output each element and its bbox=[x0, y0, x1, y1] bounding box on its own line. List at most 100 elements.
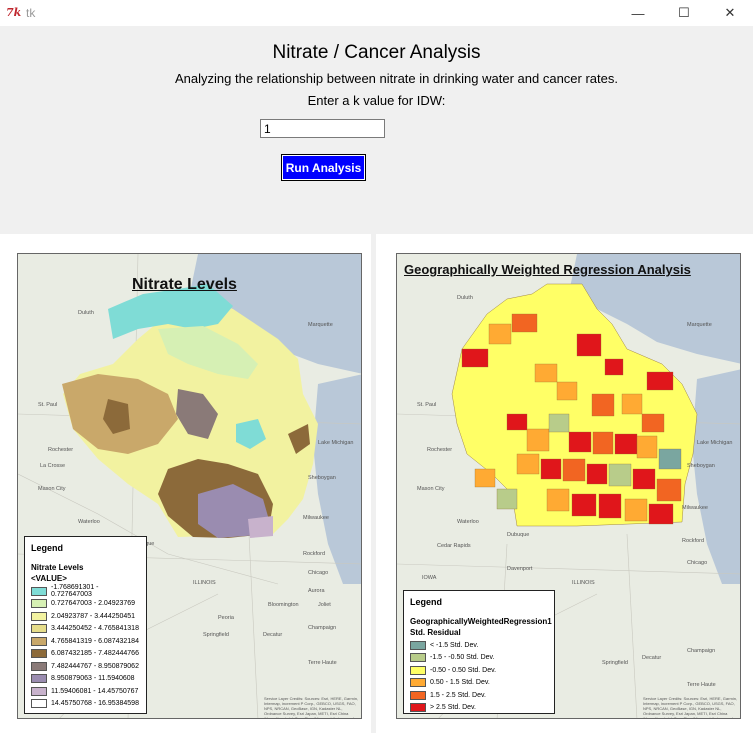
legend-item: 8.950879063 - 11.5940608 bbox=[31, 673, 140, 686]
label-st-paul: St. Paul bbox=[417, 402, 436, 408]
label-milwaukee: Milwaukee bbox=[303, 515, 329, 521]
label-terre-haute: Terre Haute bbox=[308, 660, 337, 666]
page-subtitle: Analyzing the relationship between nitra… bbox=[175, 71, 618, 86]
legend-swatch bbox=[31, 636, 47, 646]
nitrate-legend: Legend Nitrate Levels <VALUE> -1.7686913… bbox=[24, 536, 147, 714]
legend-item: 6.087432185 - 7.482444766 bbox=[31, 648, 140, 661]
label-duluth: Duluth bbox=[457, 295, 473, 301]
label-champaign: Champaign bbox=[687, 648, 715, 654]
label-duluth: Duluth bbox=[78, 310, 94, 316]
label-decatur: Decatur bbox=[263, 632, 282, 638]
legend-item: 0.50 - 1.5 Std. Dev. bbox=[410, 677, 548, 690]
legend-swatch bbox=[410, 653, 426, 663]
label-chicago: Chicago bbox=[308, 570, 328, 576]
legend-swatch bbox=[410, 678, 426, 688]
legend-swatch bbox=[31, 599, 47, 609]
legend-layer-name: Nitrate Levels bbox=[31, 563, 84, 572]
gwr-legend: Legend GeographicallyWeightedRegression1… bbox=[403, 590, 555, 714]
label-sheboygan: Sheboygan bbox=[308, 475, 336, 481]
legend-swatch bbox=[31, 649, 47, 659]
legend-swatch bbox=[31, 686, 47, 696]
label-terre-haute: Terre Haute bbox=[687, 682, 716, 688]
run-analysis-button[interactable]: Run Analysis bbox=[281, 154, 366, 181]
nitrate-zone-peak bbox=[248, 516, 273, 538]
label-rockford: Rockford bbox=[303, 551, 325, 557]
gwr-map-attribution: Service Layer Credits: Sources: Esri, HE… bbox=[643, 696, 738, 719]
label-joliet: Joliet bbox=[318, 602, 331, 608]
label-sheboygan: Sheboygan bbox=[687, 463, 715, 469]
legend-swatch bbox=[410, 640, 426, 650]
legend-items: < -1.5 Std. Dev. -1.5 - -0.50 Std. Dev. … bbox=[410, 639, 548, 714]
label-davenport: Davenport bbox=[507, 566, 533, 572]
legend-item: 7.482444767 - 8.950879062 bbox=[31, 660, 140, 673]
label-bloomington: Bloomington bbox=[268, 602, 299, 608]
label-marquette: Marquette bbox=[308, 322, 333, 328]
legend-item: 0.727647003 - 2.04923769 bbox=[31, 598, 140, 611]
close-button[interactable]: ✕ bbox=[707, 0, 753, 26]
label-marquette: Marquette bbox=[687, 322, 712, 328]
legend-item: < -1.5 Std. Dev. bbox=[410, 639, 548, 652]
nitrate-map-title: Nitrate Levels bbox=[132, 276, 237, 293]
label-st-paul: St. Paul bbox=[38, 402, 57, 408]
legend-item: > 2.5 Std. Dev. bbox=[410, 702, 548, 715]
page-title: Nitrate / Cancer Analysis bbox=[272, 42, 481, 63]
k-value-input[interactable] bbox=[260, 119, 385, 138]
legend-swatch bbox=[31, 586, 47, 596]
legend-item: 3.444250452 - 4.765841318 bbox=[31, 623, 140, 636]
label-cedar-rapids: Cedar Rapids bbox=[437, 543, 471, 549]
minimize-button[interactable]: — bbox=[615, 0, 661, 26]
label-illinois: ILLINOIS bbox=[193, 580, 216, 586]
control-area: Nitrate / Cancer Analysis Analyzing the … bbox=[0, 26, 753, 234]
legend-layer-name: GeographicallyWeightedRegression1 bbox=[410, 617, 552, 626]
label-peoria: Peoria bbox=[218, 615, 235, 621]
maximize-button[interactable]: ☐ bbox=[661, 0, 707, 26]
label-la-crosse: La Crosse bbox=[40, 463, 65, 469]
label-iowa: IOWA bbox=[422, 575, 437, 581]
legend-item: 11.59406081 - 14.45750767 bbox=[31, 685, 140, 698]
legend-swatch bbox=[410, 703, 426, 713]
legend-heading: Legend bbox=[410, 597, 443, 607]
nitrate-map: Duluth Marquette St. Paul Rochester La C… bbox=[17, 253, 362, 719]
label-mason-city: Mason City bbox=[417, 486, 445, 492]
label-lake-michigan: Lake Michigan bbox=[697, 440, 732, 446]
nitrate-map-attribution: Service Layer Credits: Sources: Esri, HE… bbox=[264, 696, 359, 719]
legend-swatch bbox=[31, 699, 47, 709]
label-mason-city: Mason City bbox=[38, 486, 66, 492]
legend-item: 14.45750768 - 16.95384598 bbox=[31, 698, 140, 711]
tk-feather-icon: 7k bbox=[6, 6, 22, 19]
legend-item: -1.768691301 - 0.727647003 bbox=[31, 584, 140, 598]
legend-swatch bbox=[410, 665, 426, 675]
label-rockford: Rockford bbox=[682, 538, 704, 544]
window-title: tk bbox=[26, 6, 36, 20]
gwr-map: Duluth Marquette St. Paul Rochester Maso… bbox=[396, 253, 741, 719]
label-milwaukee: Milwaukee bbox=[682, 505, 708, 511]
gwr-panel: Duluth Marquette St. Paul Rochester Maso… bbox=[376, 234, 753, 733]
label-chicago: Chicago bbox=[687, 560, 707, 566]
legend-items: -1.768691301 - 0.727647003 0.727647003 -… bbox=[31, 584, 140, 711]
window-controls: — ☐ ✕ bbox=[615, 0, 753, 26]
label-rochester: Rochester bbox=[48, 447, 73, 453]
label-lake-michigan: Lake Michigan bbox=[318, 440, 353, 446]
nitrate-panel: Duluth Marquette St. Paul Rochester La C… bbox=[0, 234, 371, 733]
label-waterloo: Waterloo bbox=[457, 519, 479, 525]
label-decatur: Decatur bbox=[642, 655, 661, 661]
legend-swatch bbox=[31, 661, 47, 671]
k-value-label: Enter a k value for IDW: bbox=[307, 93, 446, 108]
gwr-map-title: Geographically Weighted Regression Analy… bbox=[404, 262, 691, 277]
legend-field-name: <VALUE> bbox=[31, 574, 67, 583]
label-springfield: Springfield bbox=[203, 632, 229, 638]
legend-heading: Legend bbox=[31, 543, 64, 553]
legend-item: -1.5 - -0.50 Std. Dev. bbox=[410, 652, 548, 665]
label-champaign: Champaign bbox=[308, 625, 336, 631]
legend-item: 1.5 - 2.5 Std. Dev. bbox=[410, 689, 548, 702]
legend-swatch bbox=[410, 690, 426, 700]
legend-field-name: Std. Residual bbox=[410, 628, 461, 637]
label-waterloo: Waterloo bbox=[78, 519, 100, 525]
legend-swatch bbox=[31, 624, 47, 634]
label-dubuque: Dubuque bbox=[507, 532, 529, 538]
label-rochester: Rochester bbox=[427, 447, 452, 453]
legend-item: 4.765841319 - 6.087432184 bbox=[31, 635, 140, 648]
label-springfield: Springfield bbox=[602, 660, 628, 666]
legend-swatch bbox=[31, 674, 47, 684]
legend-item: 2.04923787 - 3.444250451 bbox=[31, 610, 140, 623]
